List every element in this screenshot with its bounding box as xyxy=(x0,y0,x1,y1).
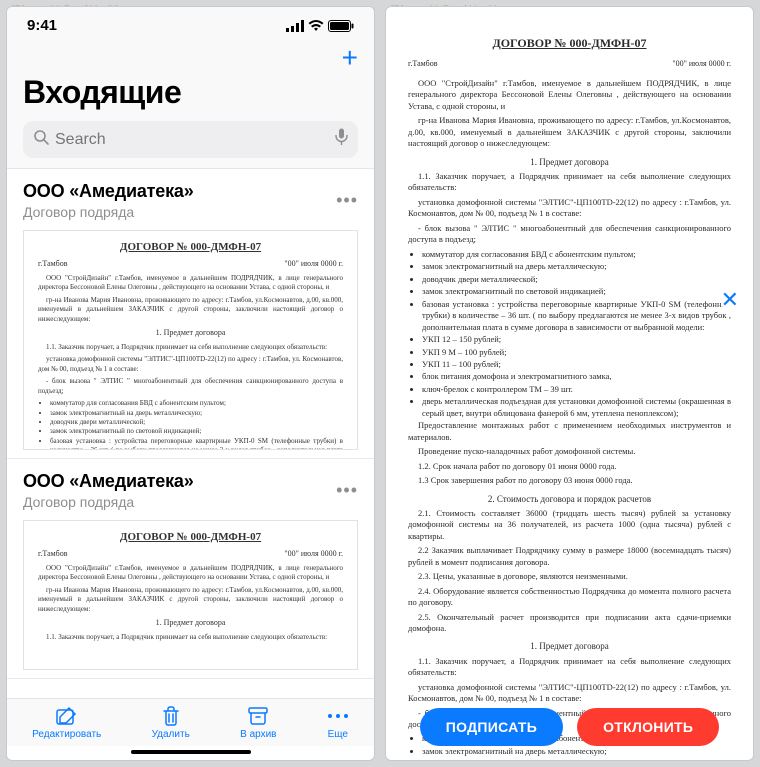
card-title: ООО «Амедиатека» xyxy=(23,471,194,492)
doc-title: ДОГОВОР № 000-ДМФН-07 xyxy=(38,531,343,543)
search-icon xyxy=(33,129,49,150)
mic-icon[interactable] xyxy=(335,128,348,151)
signal-icon xyxy=(286,20,304,32)
trash-icon xyxy=(162,705,180,727)
search-field[interactable] xyxy=(23,121,358,158)
more-button[interactable]: Еще xyxy=(327,705,349,740)
screen-document: ДОГОВОР № 000-ДМФН-07 г.Тамбов"00" июля … xyxy=(385,6,754,761)
battery-icon xyxy=(328,20,354,32)
card-more-icon[interactable]: ••• xyxy=(336,480,358,501)
archive-button[interactable]: В архив xyxy=(240,705,276,740)
doc-title: ДОГОВОР № 000-ДМФН-07 xyxy=(38,241,343,253)
more-icon xyxy=(327,705,349,727)
action-bar: ПОДПИСАТЬ ОТКЛОНИТЬ xyxy=(386,708,753,746)
status-time: 9:41 xyxy=(27,17,57,34)
screen-inbox: 9:41 + Входящие xyxy=(6,6,375,761)
reject-button[interactable]: ОТКЛОНИТЬ xyxy=(577,708,719,746)
sign-button[interactable]: ПОДПИСАТЬ xyxy=(420,708,563,746)
doc-title: ДОГОВОР № 000-ДМФН-07 xyxy=(408,35,731,51)
document-preview[interactable]: ДОГОВОР № 000-ДМФН-07 г.Тамбов"00" июля … xyxy=(23,520,358,670)
header: + Входящие xyxy=(7,38,374,169)
document-preview[interactable]: ДОГОВОР № 000-ДМФН-07 г.Тамбов"00" июля … xyxy=(23,230,358,450)
delete-button[interactable]: Удалить xyxy=(152,705,190,740)
list-item[interactable]: ООО «Амедиатека» Договор подряда ••• ДОГ… xyxy=(7,459,374,679)
wifi-icon xyxy=(308,20,324,32)
inbox-list: ООО «Амедиатека» Договор подряда ••• ДОГ… xyxy=(7,169,374,698)
card-subtitle: Договор подряда xyxy=(23,494,194,510)
edit-icon xyxy=(56,705,78,727)
close-icon[interactable]: ✕ xyxy=(721,287,739,313)
list-item[interactable]: ООО «Амедиатека» Договор подряда ••• ДОГ… xyxy=(7,169,374,459)
status-bar: 9:41 xyxy=(7,7,374,38)
add-button[interactable]: + xyxy=(342,44,358,72)
document-view[interactable]: ДОГОВОР № 000-ДМФН-07 г.Тамбов"00" июля … xyxy=(386,7,753,760)
status-icons xyxy=(286,20,354,32)
page-title: Входящие xyxy=(23,74,358,111)
card-subtitle: Договор подряда xyxy=(23,204,194,220)
home-indicator xyxy=(131,750,251,754)
card-title: ООО «Амедиатека» xyxy=(23,181,194,202)
search-input[interactable] xyxy=(55,131,329,149)
edit-button[interactable]: Редактировать xyxy=(32,705,101,740)
bottom-toolbar: Редактировать Удалить В архив xyxy=(7,698,374,746)
card-more-icon[interactable]: ••• xyxy=(336,190,358,211)
archive-icon xyxy=(248,705,268,727)
